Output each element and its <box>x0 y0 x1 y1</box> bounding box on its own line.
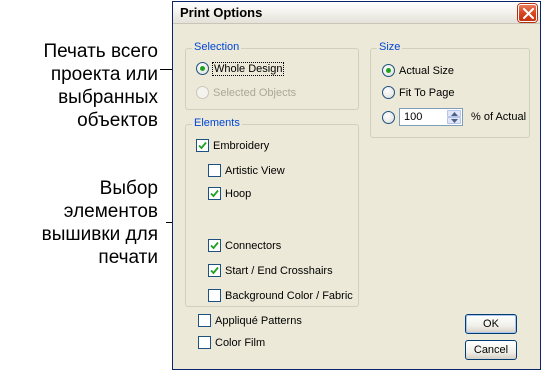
checkbox-box[interactable] <box>198 336 211 349</box>
checkbox-box[interactable] <box>208 239 221 252</box>
spin-down-button[interactable] <box>447 117 461 124</box>
color-film-checkbox[interactable]: Color Film <box>198 336 265 349</box>
artistic-view-checkbox[interactable]: Artistic View <box>208 164 285 177</box>
crosshairs-label: Start / End Crosshairs <box>225 264 333 277</box>
percent-spinner[interactable]: 100 <box>399 108 463 126</box>
arrow-down-icon <box>451 119 458 123</box>
fit-to-page-radio[interactable]: Fit To Page <box>382 86 454 99</box>
spin-up-button[interactable] <box>447 110 461 117</box>
checkbox-box[interactable] <box>208 289 221 302</box>
hoop-label: Hoop <box>225 187 252 200</box>
annotation-line: вышивки для <box>41 224 158 245</box>
annotation-line: Печать всего <box>43 41 158 62</box>
annotation-select-elements: Выбор элементов вышивки для печати <box>4 177 158 269</box>
percent-value[interactable]: 100 <box>404 111 422 123</box>
embroidery-label: Embroidery <box>213 139 270 152</box>
checkbox-box[interactable] <box>208 164 221 177</box>
elements-group: Elements Embroidery Artistic View Hoop C… <box>185 117 359 307</box>
actual-size-radio[interactable]: Actual Size <box>382 64 454 77</box>
annotation-line: объектов <box>77 110 158 131</box>
artistic-view-label: Artistic View <box>225 164 285 177</box>
background-fabric-label: Background Color / Fabric <box>225 289 353 302</box>
size-group: Size Actual Size Fit To Page 100 % of Ac… <box>370 41 530 138</box>
applique-patterns-label: Appliqué Patterns <box>215 314 302 327</box>
annotation-line: проекта или <box>50 64 158 85</box>
checkbox-box[interactable] <box>196 139 209 152</box>
connectors-label: Connectors <box>225 239 282 252</box>
whole-design-radio[interactable]: Whole Design <box>196 61 285 76</box>
checkbox-box[interactable] <box>208 264 221 277</box>
selected-objects-radio[interactable]: Selected Objects <box>196 86 296 99</box>
actual-size-label: Actual Size <box>399 64 455 77</box>
radio-circle[interactable] <box>196 86 209 99</box>
checkbox-box[interactable] <box>208 187 221 200</box>
title-bar[interactable]: Print Options <box>173 2 540 24</box>
elements-legend: Elements <box>192 117 242 129</box>
selection-group: Selection Whole Design Selected Objects <box>185 41 359 110</box>
checkbox-box[interactable] <box>198 314 211 327</box>
annotation-line: выбранных <box>58 87 158 108</box>
annotation-print-scope: Печать всего проекта или выбранных объек… <box>4 40 158 132</box>
selected-objects-label: Selected Objects <box>213 86 297 99</box>
checkmark-icon <box>210 266 219 275</box>
ok-button[interactable]: OK <box>465 314 517 334</box>
percent-radio[interactable] <box>382 110 395 124</box>
percent-of-actual-row: 100 % of Actual <box>382 108 526 126</box>
hoop-checkbox[interactable]: Hoop <box>208 187 251 200</box>
whole-design-label: Whole Design <box>211 61 285 76</box>
checkmark-icon <box>210 241 219 250</box>
dialog-body: Selection Whole Design Selected Objects … <box>173 25 540 369</box>
size-legend: Size <box>377 41 403 53</box>
radio-circle[interactable] <box>196 62 209 75</box>
print-options-dialog: Print Options Selection Whole Design Sel… <box>172 1 541 370</box>
annotation-line: Выбор <box>99 178 158 199</box>
applique-patterns-checkbox[interactable]: Appliqué Patterns <box>198 314 302 327</box>
connectors-checkbox[interactable]: Connectors <box>208 239 281 252</box>
percent-of-actual-label: % of Actual <box>471 111 527 123</box>
arrow-up-icon <box>451 112 458 116</box>
selection-legend: Selection <box>192 41 242 53</box>
dialog-title: Print Options <box>180 5 263 20</box>
annotation-line: элементов <box>63 201 158 222</box>
close-button[interactable] <box>518 4 537 22</box>
crosshairs-checkbox[interactable]: Start / End Crosshairs <box>208 264 333 277</box>
close-x-icon <box>523 8 534 19</box>
fit-to-page-label: Fit To Page <box>399 86 455 99</box>
annotation-line: печати <box>98 247 158 268</box>
embroidery-checkbox[interactable]: Embroidery <box>196 139 269 152</box>
background-fabric-checkbox[interactable]: Background Color / Fabric <box>208 289 353 302</box>
radio-circle[interactable] <box>382 86 395 99</box>
spinner-buttons <box>447 110 461 124</box>
radio-circle[interactable] <box>382 64 395 77</box>
checkmark-icon <box>198 141 207 150</box>
color-film-label: Color Film <box>215 336 266 349</box>
cancel-button[interactable]: Cancel <box>465 340 517 360</box>
checkmark-icon <box>210 189 219 198</box>
